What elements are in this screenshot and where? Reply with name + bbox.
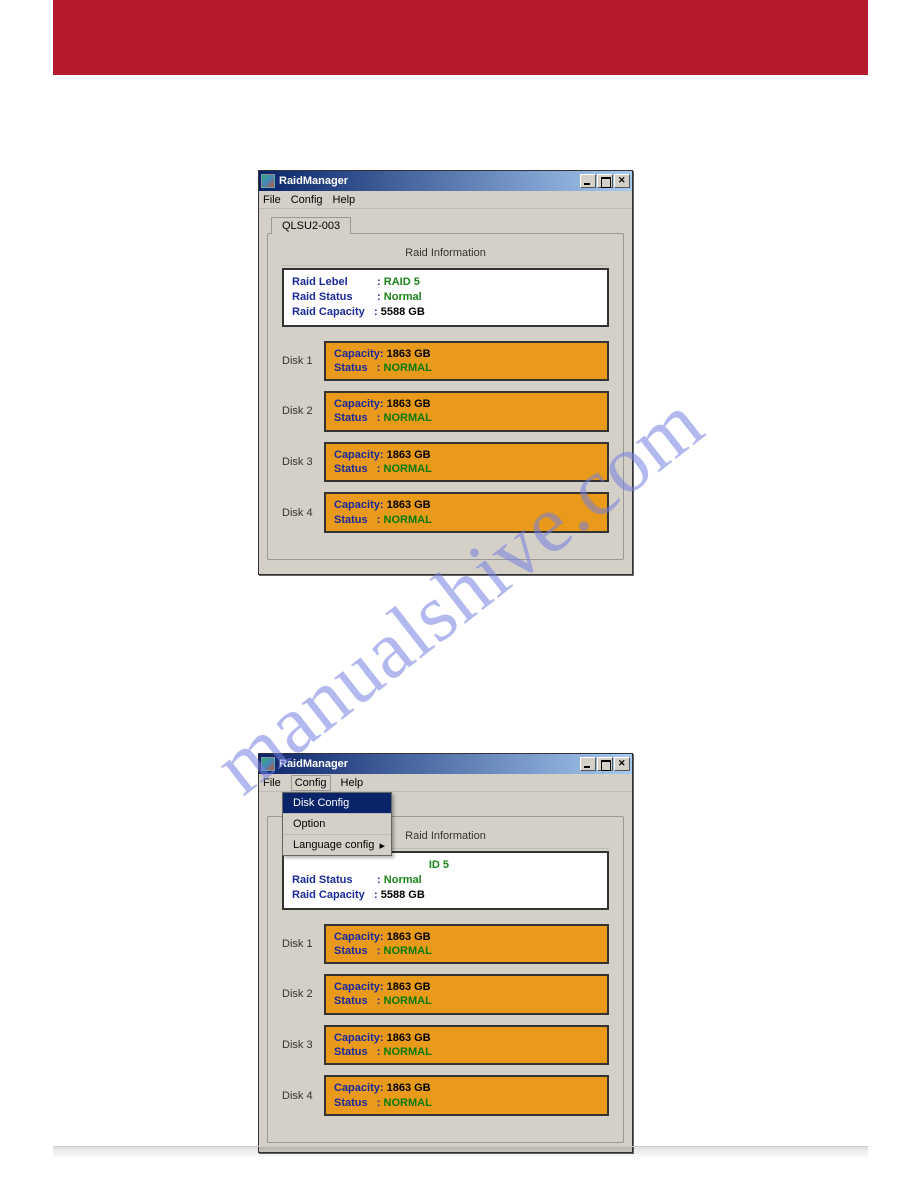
disk-row: Disk 4 Capacity: 1863 GB Status : NORMAL <box>282 492 609 533</box>
disk-row: Disk 1 Capacity: 1863 GB Status : NORMAL <box>282 341 609 382</box>
disk-status-value: NORMAL <box>384 362 432 374</box>
content-area: QLSU2-003 Raid Information Raid Lebel : … <box>259 209 632 570</box>
window-titlebar: RaidManager <box>259 171 632 191</box>
disk-name: Disk 3 <box>282 1039 324 1051</box>
menu-file[interactable]: File <box>263 777 281 789</box>
raid-panel: Raid Information Raid Lebel : RAID 5 Rai… <box>267 233 624 560</box>
raid-level-label: Raid Lebel <box>292 275 374 290</box>
raid-info-box: Raid Lebel : RAID 5 Raid Status : Normal… <box>282 268 609 327</box>
disk-name: Disk 3 <box>282 456 324 468</box>
window-title: RaidManager <box>279 758 580 770</box>
disk-capacity-label: Capacity <box>334 348 380 360</box>
raid-level-value: RAID 5 <box>384 276 420 288</box>
menu-config[interactable]: Config <box>291 194 323 206</box>
disk-name: Disk 4 <box>282 1090 324 1102</box>
disk-row: Disk 4 Capacity: 1863 GB Status : NORMAL <box>282 1075 609 1116</box>
menu-bar: File Config Help <box>259 191 632 209</box>
dropdown-disk-config[interactable]: Disk Config <box>283 793 391 814</box>
disk-status-label: Status <box>334 362 368 374</box>
maximize-button[interactable] <box>597 174 613 188</box>
minimize-button[interactable] <box>580 174 596 188</box>
disk-info-box: Capacity: 1863 GB Status : NORMAL <box>324 1075 609 1116</box>
minimize-button[interactable] <box>580 757 596 771</box>
disk-name: Disk 2 <box>282 988 324 1000</box>
disk-info-box: Capacity: 1863 GB Status : NORMAL <box>324 974 609 1015</box>
disk-info-box: Capacity: 1863 GB Status : NORMAL <box>324 442 609 483</box>
disk-info-box: Capacity: 1863 GB Status : NORMAL <box>324 1025 609 1066</box>
disk-info-box: Capacity: 1863 GB Status : NORMAL <box>324 341 609 382</box>
disk-info-box: Capacity: 1863 GB Status : NORMAL <box>324 391 609 432</box>
raid-status-value: Normal <box>384 874 422 886</box>
raid-capacity-value: 5588 GB <box>381 306 425 318</box>
raid-panel: Raid Information ID 5 Raid Status : Norm… <box>267 816 624 1143</box>
disk-capacity-value: 1863 GB <box>387 348 431 360</box>
raid-level-value-partial: ID 5 <box>429 859 449 871</box>
raid-status-label: Raid Status <box>292 290 374 305</box>
disk-name: Disk 2 <box>282 405 324 417</box>
disk-row: Disk 2 Capacity: 1863 GB Status : NORMAL <box>282 391 609 432</box>
menu-file[interactable]: File <box>263 194 281 206</box>
raid-status-value: Normal <box>384 291 422 303</box>
disk-name: Disk 1 <box>282 355 324 367</box>
disk-info-box: Capacity: 1863 GB Status : NORMAL <box>324 492 609 533</box>
disk-row: Disk 3 Capacity: 1863 GB Status : NORMAL <box>282 1025 609 1066</box>
raid-capacity-value: 5588 GB <box>381 889 425 901</box>
device-tab[interactable]: QLSU2-003 <box>271 217 351 234</box>
dropdown-language-config[interactable]: Language config <box>283 835 391 855</box>
disk-row: Disk 1 Capacity: 1863 GB Status : NORMAL <box>282 924 609 965</box>
raid-capacity-label: Raid Capacity <box>292 305 374 320</box>
menu-bar: File Config Help <box>259 774 632 792</box>
page-header-banner <box>53 0 868 75</box>
config-dropdown: Disk Config Option Language config <box>282 792 392 856</box>
page-footer-divider <box>53 1146 868 1158</box>
menu-help[interactable]: Help <box>333 194 356 206</box>
disk-row: Disk 3 Capacity: 1863 GB Status : NORMAL <box>282 442 609 483</box>
maximize-button[interactable] <box>597 757 613 771</box>
menu-help[interactable]: Help <box>341 777 364 789</box>
disk-name: Disk 1 <box>282 938 324 950</box>
dropdown-option[interactable]: Option <box>283 814 391 835</box>
raidmanager-window-config-open: RaidManager File Config Help Disk Config… <box>258 753 633 1153</box>
disk-info-box: Capacity: 1863 GB Status : NORMAL <box>324 924 609 965</box>
raid-info-box: ID 5 Raid Status : Normal Raid Capacity:… <box>282 851 609 910</box>
app-icon <box>261 174 275 188</box>
raid-status-label: Raid Status <box>292 873 374 888</box>
raidmanager-window-main: RaidManager File Config Help QLSU2-003 R… <box>258 170 633 575</box>
disk-row: Disk 2 Capacity: 1863 GB Status : NORMAL <box>282 974 609 1015</box>
raid-capacity-label: Raid Capacity <box>292 888 374 903</box>
window-controls <box>580 174 630 188</box>
window-title: RaidManager <box>279 175 580 187</box>
window-controls <box>580 757 630 771</box>
menu-config[interactable]: Config <box>291 775 331 791</box>
app-icon <box>261 757 275 771</box>
close-button[interactable] <box>614 757 630 771</box>
disk-name: Disk 4 <box>282 507 324 519</box>
window-titlebar: RaidManager <box>259 754 632 774</box>
close-button[interactable] <box>614 174 630 188</box>
raid-info-header: Raid Information <box>282 244 609 266</box>
